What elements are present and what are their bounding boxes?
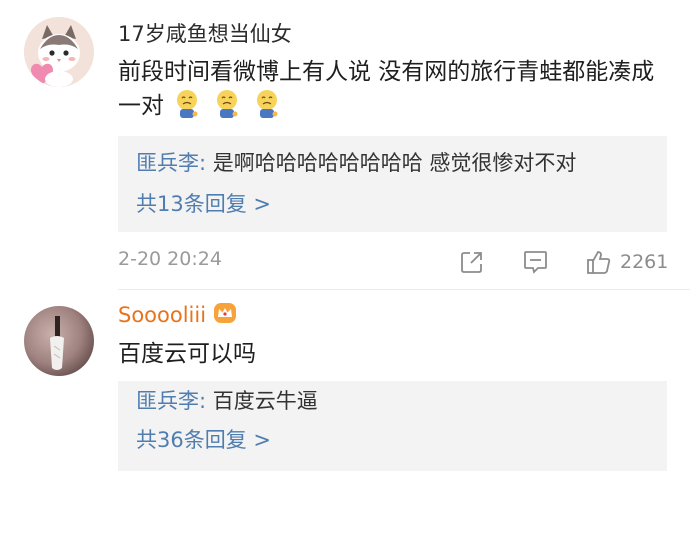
cry-emoji-icon	[217, 90, 238, 118]
view-more-replies-link[interactable]: 共13条回复 >	[136, 189, 271, 219]
reply-preview[interactable]: 匪兵李: 是啊哈哈哈哈哈哈哈哈 感觉很惨对不对 共13条回复 >	[118, 136, 667, 232]
emoji-group	[174, 89, 280, 119]
reply-text: 百度云牛逼	[206, 389, 318, 413]
reply-button[interactable]	[522, 248, 549, 276]
share-button[interactable]	[459, 248, 485, 276]
reply-username[interactable]: 匪兵李	[136, 389, 199, 413]
comment-icon	[524, 251, 547, 274]
avatar[interactable]	[24, 306, 94, 376]
reply-text: 是啊哈哈哈哈哈哈哈哈 感觉很惨对不对	[206, 151, 577, 175]
comment-item: Sooooliii 百度云可以吗 匪兵李: 百度云牛逼 共36条回复 >	[0, 290, 690, 535]
timestamp: 2-20 20:24	[118, 248, 222, 270]
comment-text: 百度云可以吗	[118, 341, 256, 367]
comment-text: 前段时间看微博上有人说 没有网的旅行青蛙都能凑成一对	[118, 55, 663, 123]
cat-avatar-icon	[24, 17, 94, 87]
comment-footer: 2-20 20:24 2261	[0, 242, 690, 282]
username[interactable]: 17岁咸鱼想当仙女	[118, 20, 292, 48]
view-more-replies-link[interactable]: 共36条回复 >	[136, 425, 271, 455]
reply-preview[interactable]: 匪兵李: 百度云牛逼 共36条回复 >	[118, 381, 667, 471]
thumbs-up-icon	[587, 250, 611, 274]
cry-emoji-icon	[177, 90, 198, 118]
reply-username[interactable]: 匪兵李	[136, 151, 199, 175]
vip-crown-icon	[213, 303, 236, 323]
photo-avatar-icon	[24, 306, 94, 376]
cry-emoji-icon	[257, 90, 278, 118]
like-button[interactable]: 2261	[585, 248, 668, 276]
share-icon	[461, 252, 482, 273]
username[interactable]: Sooooliii	[118, 301, 237, 329]
username-text: Sooooliii	[118, 303, 207, 327]
reply-line: 匪兵李: 是啊哈哈哈哈哈哈哈哈 感觉很惨对不对	[136, 148, 576, 178]
like-count: 2261	[620, 251, 669, 273]
reply-line: 匪兵李: 百度云牛逼	[136, 386, 318, 416]
comment-item: 17岁咸鱼想当仙女 前段时间看微博上有人说 没有网的旅行青蛙都能凑成一对 匪兵李…	[0, 0, 690, 290]
avatar[interactable]	[24, 17, 94, 87]
